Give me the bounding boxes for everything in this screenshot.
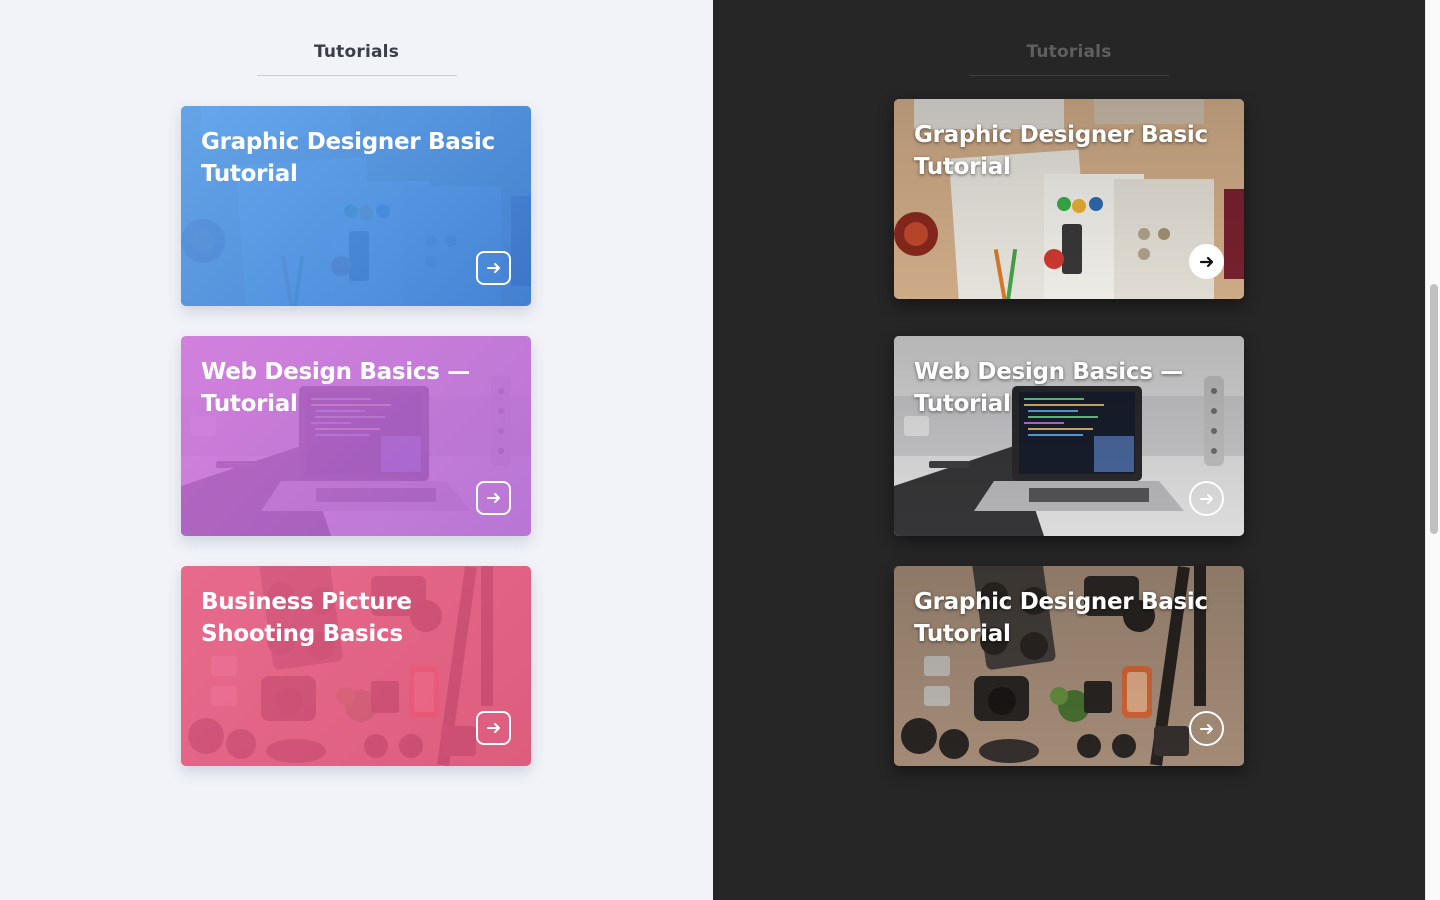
card-title: Graphic Designer Basic Tutorial — [914, 589, 1208, 647]
arrow-right-icon — [1199, 723, 1213, 734]
dark-theme-panel: Tutorials Graphic Designer Basic Tutoria… — [713, 0, 1425, 900]
tutorial-card-graphic-design[interactable]: Graphic Designer Basic Tutorial — [181, 106, 531, 306]
tutorial-card-photography[interactable]: Graphic Designer Basic Tutorial — [894, 566, 1244, 766]
card-title: Web Design Basics — Tutorial — [914, 359, 1183, 417]
tutorial-card-photography[interactable]: Business Picture Shooting Basics — [181, 566, 531, 766]
card-arrow-button[interactable] — [1189, 244, 1224, 279]
card-title: Graphic Designer Basic Tutorial — [914, 122, 1208, 180]
title-underline — [256, 75, 457, 76]
card-title: Web Design Basics — Tutorial — [201, 359, 470, 417]
card-arrow-button[interactable] — [1189, 481, 1224, 516]
tutorial-card-web-design[interactable]: Web Design Basics — Tutorial — [894, 336, 1244, 536]
title-underline — [969, 75, 1169, 76]
vertical-scrollbar[interactable] — [1425, 0, 1440, 900]
tutorial-card-graphic-design[interactable]: Graphic Designer Basic Tutorial — [894, 99, 1244, 299]
arrow-right-icon — [1199, 256, 1213, 267]
light-theme-panel: Tutorials Graphic Designer Basic Tutoria… — [0, 0, 713, 900]
card-arrow-button[interactable] — [476, 251, 511, 285]
arrow-right-icon — [1199, 493, 1213, 504]
scrollbar-thumb[interactable] — [1430, 284, 1438, 534]
tutorial-card-web-design[interactable]: Web Design Basics — Tutorial — [181, 336, 531, 536]
arrow-right-icon — [486, 263, 500, 273]
card-arrow-button[interactable] — [476, 481, 511, 515]
card-title: Graphic Designer Basic Tutorial — [201, 129, 495, 187]
arrow-right-icon — [486, 723, 500, 733]
page-title: Tutorials — [313, 42, 400, 62]
card-title: Business Picture Shooting Basics — [201, 589, 412, 647]
card-arrow-button[interactable] — [1189, 711, 1224, 746]
arrow-right-icon — [486, 493, 500, 503]
page-title: Tutorials — [1026, 42, 1112, 62]
card-arrow-button[interactable] — [476, 711, 511, 745]
